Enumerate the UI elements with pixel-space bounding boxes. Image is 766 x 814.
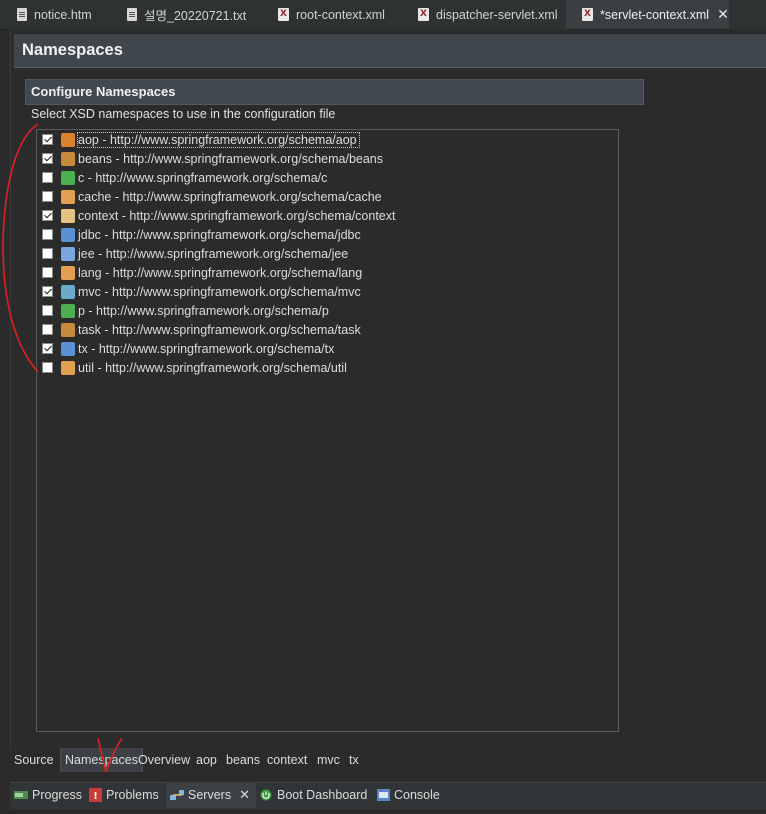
namespace-label: context - http://www.springframework.org…: [78, 208, 396, 223]
namespace-row[interactable]: jee - http://www.springframework.org/sch…: [42, 244, 348, 263]
tab-boot-dashboard[interactable]: Boot Dashboard: [259, 782, 367, 808]
tab-problems[interactable]: ! Problems: [88, 782, 159, 808]
namespace-row[interactable]: jdbc - http://www.springframework.org/sc…: [42, 225, 361, 244]
namespace-icon: [61, 189, 75, 204]
namespace-label: jdbc - http://www.springframework.org/sc…: [78, 227, 361, 242]
tab-description-txt[interactable]: 설명_20220721.txt: [110, 0, 262, 29]
close-icon[interactable]: ✕: [717, 6, 729, 23]
tab-label: Problems: [106, 788, 159, 802]
namespace-checkbox[interactable]: [42, 362, 53, 373]
tab-progress[interactable]: Progress: [14, 782, 82, 808]
tab-label: 설명_20220721.txt: [144, 9, 247, 23]
page-tab-beans[interactable]: beans: [226, 748, 260, 772]
svg-text:!: !: [93, 791, 98, 802]
tab-label: dispatcher-servlet.xml: [436, 7, 558, 22]
namespace-icon: [61, 132, 75, 147]
editor-tab-bar: notice.htm 설명_20220721.txt X root-contex…: [0, 0, 766, 30]
tab-console[interactable]: Console: [376, 782, 440, 808]
page-tab-overview[interactable]: Overview: [138, 748, 190, 772]
page-title: Namespaces: [22, 41, 123, 59]
namespace-icon: [61, 322, 75, 337]
tab-label: Servers: [188, 788, 232, 802]
namespace-checkbox[interactable]: [42, 267, 53, 278]
namespace-icon: [61, 284, 75, 299]
namespace-label: util - http://www.springframework.org/sc…: [78, 360, 347, 375]
xml-file-icon: X: [417, 8, 430, 22]
namespace-checkbox[interactable]: [42, 248, 53, 259]
problems-icon: !: [88, 788, 102, 802]
namespace-row[interactable]: beans - http://www.springframework.org/s…: [42, 149, 383, 168]
namespace-checkbox[interactable]: [42, 286, 53, 297]
tab-label: notice.htm: [34, 7, 92, 22]
xml-file-icon: X: [581, 8, 594, 22]
namespace-checkbox[interactable]: [42, 172, 53, 183]
page-tab-source[interactable]: Source: [14, 748, 54, 772]
namespace-checkbox[interactable]: [42, 134, 53, 145]
console-icon: [376, 789, 390, 801]
text-file-icon: [125, 8, 138, 22]
page-tab-tx[interactable]: tx: [349, 748, 359, 772]
namespace-icon: [61, 341, 75, 356]
page-tab-aop[interactable]: aop: [196, 748, 217, 772]
namespace-label: beans - http://www.springframework.org/s…: [78, 151, 383, 166]
page-tab-context[interactable]: context: [267, 748, 307, 772]
namespace-label: p - http://www.springframework.org/schem…: [78, 303, 329, 318]
namespace-row[interactable]: tx - http://www.springframework.org/sche…: [42, 339, 334, 358]
tab-notice-htm[interactable]: notice.htm: [0, 0, 110, 29]
namespace-checkbox[interactable]: [42, 153, 53, 164]
namespace-row[interactable]: mvc - http://www.springframework.org/sch…: [42, 282, 361, 301]
tab-dispatcher-servlet-xml[interactable]: X dispatcher-servlet.xml: [402, 0, 566, 29]
namespace-icon: [61, 265, 75, 280]
namespace-row[interactable]: util - http://www.springframework.org/sc…: [42, 358, 347, 377]
section-title: Configure Namespaces: [31, 84, 176, 99]
namespace-row[interactable]: cache - http://www.springframework.org/s…: [42, 187, 382, 206]
boot-dashboard-icon: [259, 789, 273, 801]
namespace-checkbox[interactable]: [42, 210, 53, 221]
namespace-label: task - http://www.springframework.org/sc…: [78, 322, 361, 337]
namespace-row[interactable]: c - http://www.springframework.org/schem…: [42, 168, 327, 187]
page-tab-mvc[interactable]: mvc: [317, 748, 340, 772]
namespace-icon: [61, 151, 75, 166]
namespace-checkbox[interactable]: [42, 343, 53, 354]
namespace-icon: [61, 227, 75, 242]
tab-label: *servlet-context.xml: [600, 7, 710, 22]
servers-icon: [170, 789, 184, 801]
namespace-icon: [61, 208, 75, 223]
namespace-icon: [61, 360, 75, 375]
namespace-row[interactable]: aop - http://www.springframework.org/sch…: [42, 130, 360, 149]
namespace-row[interactable]: p - http://www.springframework.org/schem…: [42, 301, 329, 320]
namespace-label: cache - http://www.springframework.org/s…: [78, 189, 382, 204]
namespace-label: tx - http://www.springframework.org/sche…: [78, 341, 335, 356]
namespace-label: c - http://www.springframework.org/schem…: [78, 170, 328, 185]
progress-icon: [14, 789, 28, 801]
tab-label: Progress: [32, 788, 83, 802]
tab-label: root-context.xml: [296, 7, 385, 22]
tab-label: Console: [394, 788, 440, 802]
namespace-icon: [61, 246, 75, 261]
section-description: Select XSD namespaces to use in the conf…: [31, 107, 336, 121]
tab-servers[interactable]: Servers ✕: [166, 782, 256, 808]
close-icon[interactable]: ✕: [239, 787, 250, 803]
namespace-checkbox[interactable]: [42, 191, 53, 202]
namespace-checkbox[interactable]: [42, 305, 53, 316]
namespace-row[interactable]: task - http://www.springframework.org/sc…: [42, 320, 361, 339]
namespace-row[interactable]: context - http://www.springframework.org…: [42, 206, 396, 225]
xml-file-icon: X: [277, 8, 290, 22]
namespace-label: aop - http://www.springframework.org/sch…: [77, 131, 360, 148]
namespace-checkbox[interactable]: [42, 229, 53, 240]
namespace-label: jee - http://www.springframework.org/sch…: [78, 246, 349, 261]
page-tab-namespaces[interactable]: Namespaces: [60, 748, 143, 772]
page-header: [14, 34, 766, 68]
view-content: [10, 809, 766, 814]
tab-servlet-context-xml[interactable]: X *servlet-context.xml ✕: [566, 0, 729, 29]
tab-root-context-xml[interactable]: X root-context.xml: [262, 0, 402, 29]
namespace-label: lang - http://www.springframework.org/sc…: [78, 265, 363, 280]
tab-label: Boot Dashboard: [277, 788, 368, 802]
namespace-icon: [61, 170, 75, 185]
namespace-row[interactable]: lang - http://www.springframework.org/sc…: [42, 263, 362, 282]
text-file-icon: [15, 8, 28, 22]
namespace-label: mvc - http://www.springframework.org/sch…: [78, 284, 361, 299]
namespace-checkbox[interactable]: [42, 324, 53, 335]
namespace-icon: [61, 303, 75, 318]
